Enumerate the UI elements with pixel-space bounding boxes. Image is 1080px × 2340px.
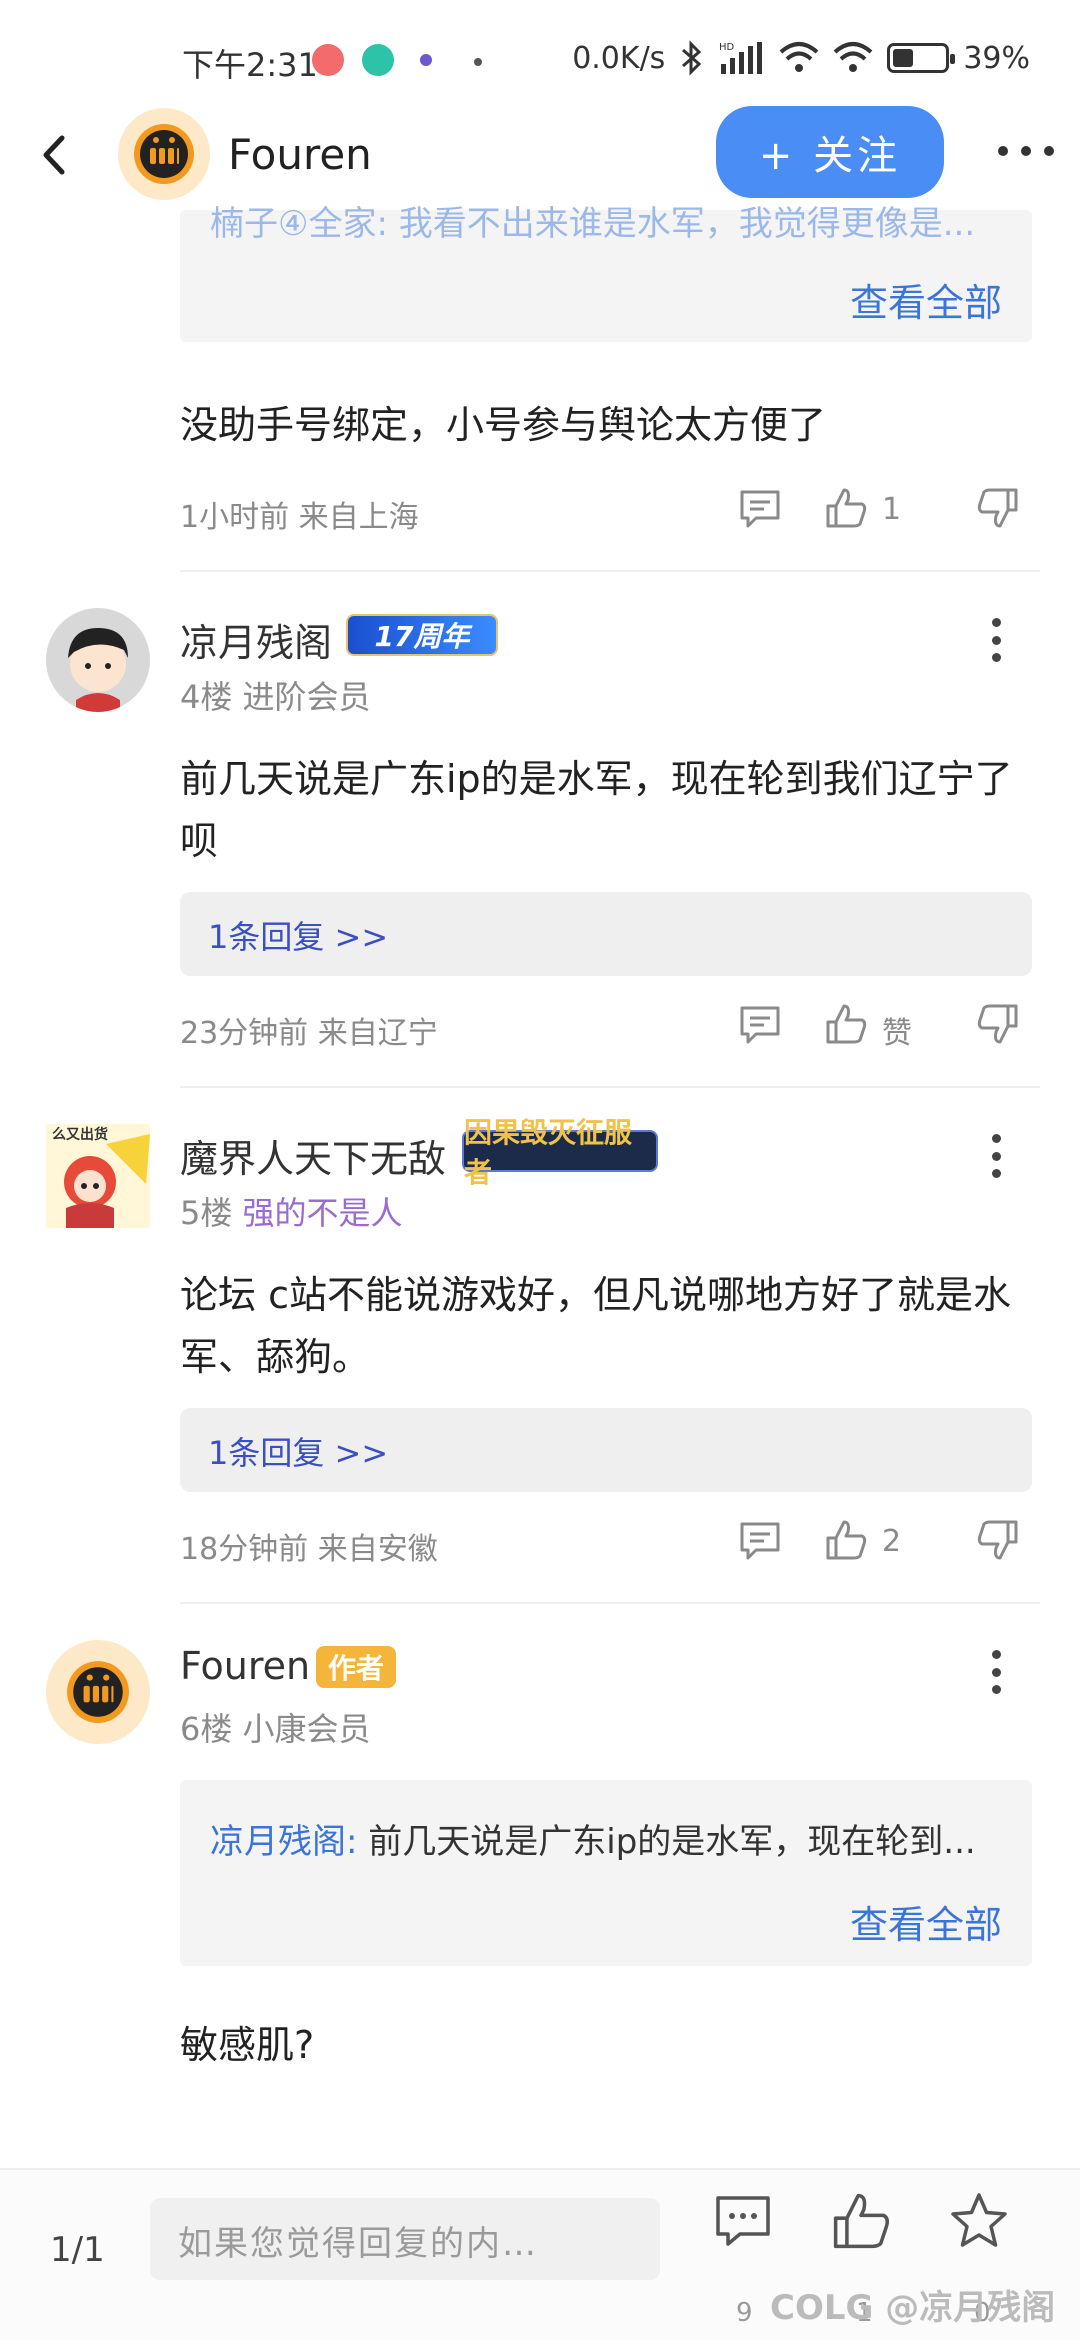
avatar-caption: 么又出货 [52,1127,108,1143]
like-count: 2 [882,1524,902,1559]
comment-divider [180,1602,1040,1604]
title-badge: 因果毁灭征服者 [462,1116,658,1189]
user-avatar[interactable]: 么又出货 [46,1124,150,1228]
favorite-star-icon[interactable] [948,2190,1010,2252]
page-indicator[interactable]: 1/1 [50,2230,105,2270]
robot-avatar-icon [134,124,194,184]
username[interactable]: 凉月残阁 [180,612,332,667]
svg-text:HD: HD [719,42,735,53]
status-bar: 下午2:31 0.0K/s HD 39% [0,0,1080,110]
comment-menu-icon[interactable] [992,618,1002,662]
wifi-icon-2 [833,42,873,72]
reply-comment-icon[interactable] [738,486,782,530]
thumbs-down-icon[interactable] [976,486,1020,530]
quoted-reply-box: 楠子④全家: 我看不出来谁是水军，我觉得更像是... 查看全部 [180,204,1032,342]
app-notification-icon [362,44,394,76]
floor-info: 4楼 进阶会员 [180,678,371,716]
thumbs-down-icon[interactable] [976,1518,1020,1562]
comment-divider [180,1086,1040,1088]
bottom-bar: 1/1 如果您觉得回复的内… 9 1 0 COLG @凉月残阁 [0,2168,1080,2340]
user-avatar[interactable] [46,1640,150,1744]
comment-meta: 23分钟前 来自辽宁 [180,1016,438,1051]
thumbs-up-icon[interactable] [824,486,868,530]
reply-comment-icon[interactable] [738,1002,782,1046]
robot-avatar-icon [67,1661,129,1723]
cartoon-avatar-icon [46,608,150,712]
floor-info: 5楼 强的不是人 [180,1194,403,1232]
comment-text: 前几天说是广东ip的是水军，现在轮到我们辽宁了呗 [180,757,1013,863]
comment-divider [180,570,1040,572]
like-post-icon[interactable] [830,2190,892,2252]
user-avatar[interactable] [46,608,150,712]
bluetooth-icon [682,40,702,76]
back-arrow-icon[interactable] [36,130,76,180]
battery-icon [887,43,956,73]
comments-icon[interactable] [712,2190,774,2252]
like-label: 赞 [882,1016,912,1051]
comment-text: 没助手号绑定，小号参与舆论太方便了 [180,403,827,447]
comment-menu-icon[interactable] [992,1650,1002,1694]
reply-input[interactable]: 如果您觉得回复的内… [150,2198,660,2280]
view-all-link[interactable]: 查看全部 [850,1894,1002,1949]
quoted-reply-text: 楠子④全家: 我看不出来谁是水军，我觉得更像是... [210,204,976,244]
notification-icon [312,44,344,76]
more-notifications-icon [474,58,482,66]
reply-count-box[interactable]: 1条回复 >> [180,1408,1032,1492]
anniversary-badge: 17周年 [346,614,498,656]
signal-icon: HD [719,42,763,74]
dot-icon [420,54,432,66]
comment-meta: 18分钟前 来自安徽 [180,1532,438,1567]
like-count: 1 [882,492,902,527]
more-options-icon[interactable] [998,146,1054,160]
reply-comment-icon[interactable] [738,1518,782,1562]
username[interactable]: Fouren [180,1644,310,1688]
top-navigation: Fouren + 关注 [0,100,1080,210]
quoted-reply-text: 凉月残阁: 前几天说是广东ip的是水军，现在轮到... [210,1822,976,1862]
comment-actions: 2 [738,1518,1038,1566]
wifi-icon [779,42,819,72]
thumbs-up-icon[interactable] [824,1518,868,1562]
battery-percent: 39% [963,40,1030,76]
status-time: 下午2:31 [182,46,318,84]
thumbs-up-icon[interactable] [824,1002,868,1046]
comment-actions: 赞 [738,1002,1038,1051]
watermark: COLG @凉月残阁 [770,2288,1056,2328]
reply-count-box[interactable]: 1条回复 >> [180,892,1032,976]
comment-menu-icon[interactable] [992,1134,1002,1178]
comment-actions: 1 [738,486,1038,534]
view-all-link[interactable]: 查看全部 [850,272,1002,327]
thumbs-down-icon[interactable] [976,1002,1020,1046]
follow-button[interactable]: + 关注 [716,106,944,198]
reply-count: 1条回复 >> [208,1434,389,1472]
quoted-reply-box: 凉月残阁: 前几天说是广东ip的是水军，现在轮到... 查看全部 [180,1780,1032,1966]
comment-meta: 1小时前 来自上海 [180,500,419,535]
floor-info: 6楼 小康会员 [180,1710,371,1748]
comment-text: 论坛 c站不能说游戏好，但凡说哪地方好了就是水军、舔狗。 [180,1273,1011,1379]
network-speed: 0.0K/s [572,40,666,76]
author-avatar[interactable] [118,108,210,200]
author-badge: 作者 [316,1646,396,1688]
author-name[interactable]: Fouren [228,130,372,179]
comment-total: 9 [736,2298,753,2328]
comment-text: 敏感肌? [180,2023,315,2067]
username[interactable]: 魔界人天下无敌 [180,1128,446,1183]
reply-count: 1条回复 >> [208,918,389,956]
status-right: 0.0K/s HD 39% [572,40,1030,76]
